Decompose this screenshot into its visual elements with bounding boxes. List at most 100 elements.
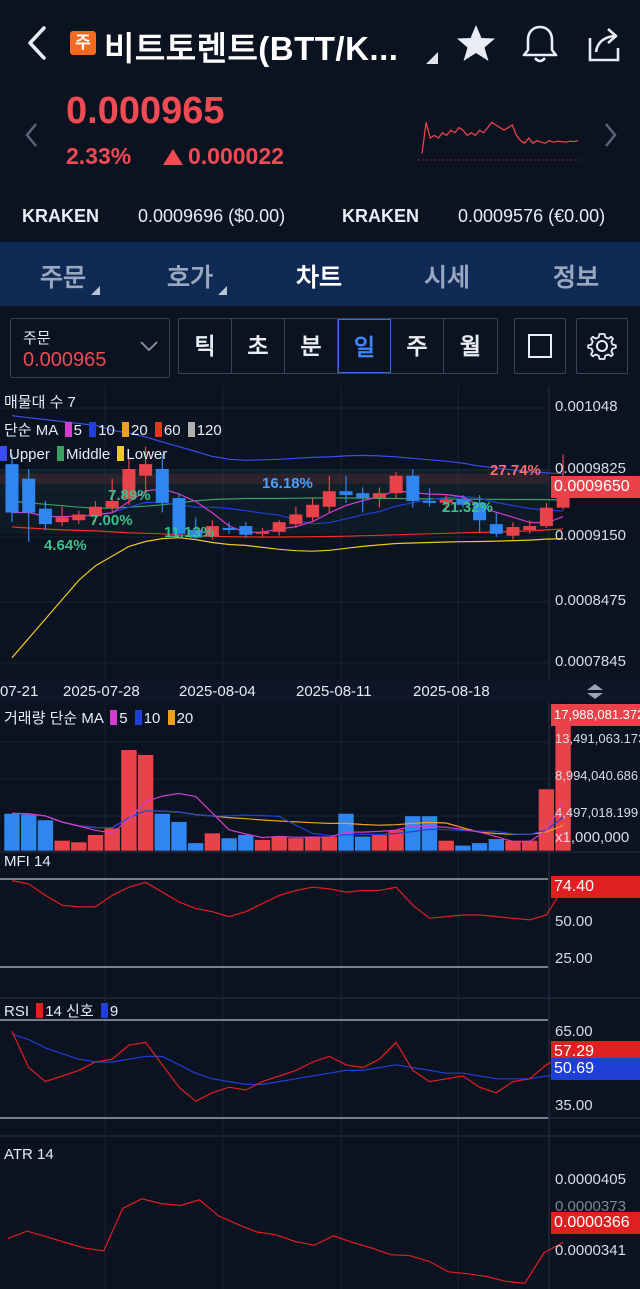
volume-bar	[437, 840, 455, 852]
tab-info[interactable]: 정보	[553, 258, 599, 294]
bollinger-middle: Middle	[66, 446, 111, 463]
volume-bar	[170, 821, 188, 852]
timeframe-day[interactable]: 일	[338, 319, 391, 373]
volume-legend: 거래량 단순 MA 5 10 20	[4, 707, 193, 728]
price-axis-label: 0.0007845	[555, 653, 626, 670]
profile-annotation: 7.00%	[90, 512, 133, 529]
candle-body	[22, 478, 36, 513]
volume-current-tag: 17,988,081.372	[551, 704, 640, 726]
drawing-tool-button[interactable]	[514, 318, 566, 374]
timeframe-second[interactable]: 초	[232, 319, 285, 373]
volume-bar	[304, 835, 321, 852]
timeframe-tick[interactable]: 틱	[179, 319, 232, 373]
exchange-prices: KRAKEN 0.0009696 ($0.00) KRAKEN 0.000957…	[0, 192, 640, 238]
date-label: 2025-08-11	[296, 683, 372, 700]
candle-body	[155, 468, 169, 503]
volume-bar	[187, 842, 204, 852]
mfi-axis-label: 50.00	[555, 913, 593, 930]
share-icon[interactable]	[582, 22, 626, 66]
volume-axis-label: 4,497,018.199	[555, 805, 639, 820]
mfi-line	[11, 880, 564, 921]
atr-axis-label: 0.0000341	[555, 1242, 626, 1259]
candle-body	[289, 514, 303, 525]
order-price-select[interactable]: 주문 0.000965	[10, 318, 170, 378]
date-label: 07-21	[0, 683, 39, 700]
candle-body	[506, 527, 520, 536]
candle-body	[306, 504, 320, 518]
candle-body	[322, 491, 336, 507]
profile-annotation: 16.18%	[262, 475, 313, 492]
sparkline-line	[421, 121, 579, 154]
change-percent: 2.33%	[66, 143, 132, 169]
star-icon[interactable]	[454, 22, 498, 66]
order-value: 0.000965	[23, 349, 107, 371]
rsi-period: 14	[45, 1003, 62, 1020]
up-triangle-icon	[163, 149, 183, 165]
timeframe-minute[interactable]: 분	[285, 319, 338, 373]
bollinger-legend: Upper Middle Lower	[0, 446, 167, 463]
sparkline-chart	[418, 121, 582, 161]
timeframe-month[interactable]: 월	[444, 319, 497, 373]
candle-body	[222, 528, 236, 530]
tab-dropdown-icon	[91, 286, 100, 295]
profile-annotation: 11.13%	[164, 524, 215, 541]
tab-quotes[interactable]: 시세	[424, 258, 470, 294]
exchange-value: 0.0009696 ($0.00)	[138, 206, 286, 226]
ma-period: 10	[98, 422, 115, 439]
bollinger-upper: Upper	[9, 446, 50, 463]
ma-period: 5	[73, 422, 82, 439]
chart-area[interactable]: 매물대 수 7 단순 MA 5 10 20 60 120 Upper Middl…	[0, 386, 640, 1289]
next-coin-icon[interactable]	[600, 120, 620, 150]
volume-bar	[53, 840, 71, 852]
candle-body	[55, 517, 69, 523]
candle-body	[72, 514, 86, 521]
volume-bar	[454, 844, 472, 852]
ma-period: 20	[176, 710, 194, 727]
current-price: 0.000965	[66, 90, 225, 132]
tab-orderbook[interactable]: 호가	[167, 258, 213, 294]
candle-body	[256, 531, 269, 534]
volume-bar	[487, 838, 505, 852]
mfi-axis-label: 25.00	[555, 950, 593, 967]
candle-body	[339, 491, 353, 496]
panel-resize-icon[interactable]	[584, 683, 606, 701]
volume-axis-label: 8,994,040.686	[555, 768, 639, 783]
candle-body	[423, 500, 436, 503]
mfi-current-tag: 74.40	[551, 876, 640, 898]
volume-bar	[421, 815, 438, 852]
atr-line	[7, 1198, 564, 1284]
date-label: 2025-07-28	[63, 683, 140, 700]
ma-period: 20	[131, 422, 148, 439]
exchange-name: KRAKEN	[342, 206, 420, 226]
bell-icon[interactable]	[518, 22, 562, 66]
chart-toolbar: 주문 0.000965 틱 초 분 일 주 월	[0, 308, 640, 386]
volume-legend-label: 거래량 단순 MA	[4, 710, 104, 727]
volume-bar	[204, 832, 221, 852]
rsi-legend: RSI 14 신호 9	[4, 1000, 118, 1021]
tab-chart[interactable]: 차트	[296, 258, 342, 294]
candle-body	[5, 464, 19, 513]
tab-order[interactable]: 주문	[40, 258, 86, 294]
chart-settings-button[interactable]	[576, 318, 628, 374]
page-title[interactable]: 비트토렌트(BTT/K...	[104, 22, 398, 70]
volume-bar	[404, 815, 422, 852]
timeframe-week[interactable]: 주	[391, 319, 444, 373]
candle-body	[523, 526, 537, 530]
volume-bar	[70, 841, 88, 852]
volume-bar	[120, 749, 138, 852]
main-tabs: 주문 호가 차트 시세 정보	[0, 242, 640, 306]
header: 주 비트토렌트(BTT/K... 0.000965 2.33% 0.000022	[0, 0, 640, 190]
volume-bar	[87, 834, 104, 852]
candle-body	[406, 475, 420, 501]
exchange-value: 0.0009576 (€0.00)	[458, 206, 606, 226]
ma-period: 5	[119, 710, 128, 727]
volume-axis-label: 13,491,063.173	[555, 731, 640, 746]
profile-annotation: 7.89%	[108, 487, 151, 504]
candle-body	[539, 507, 553, 527]
prev-coin-icon[interactable]	[22, 120, 42, 150]
volume-bar	[270, 835, 288, 852]
price-axis-label: 0.0008475	[555, 592, 626, 609]
title-dropdown-icon[interactable]	[426, 52, 438, 64]
profile-annotation: 4.64%	[44, 537, 87, 554]
back-arrow-icon[interactable]	[22, 22, 56, 64]
